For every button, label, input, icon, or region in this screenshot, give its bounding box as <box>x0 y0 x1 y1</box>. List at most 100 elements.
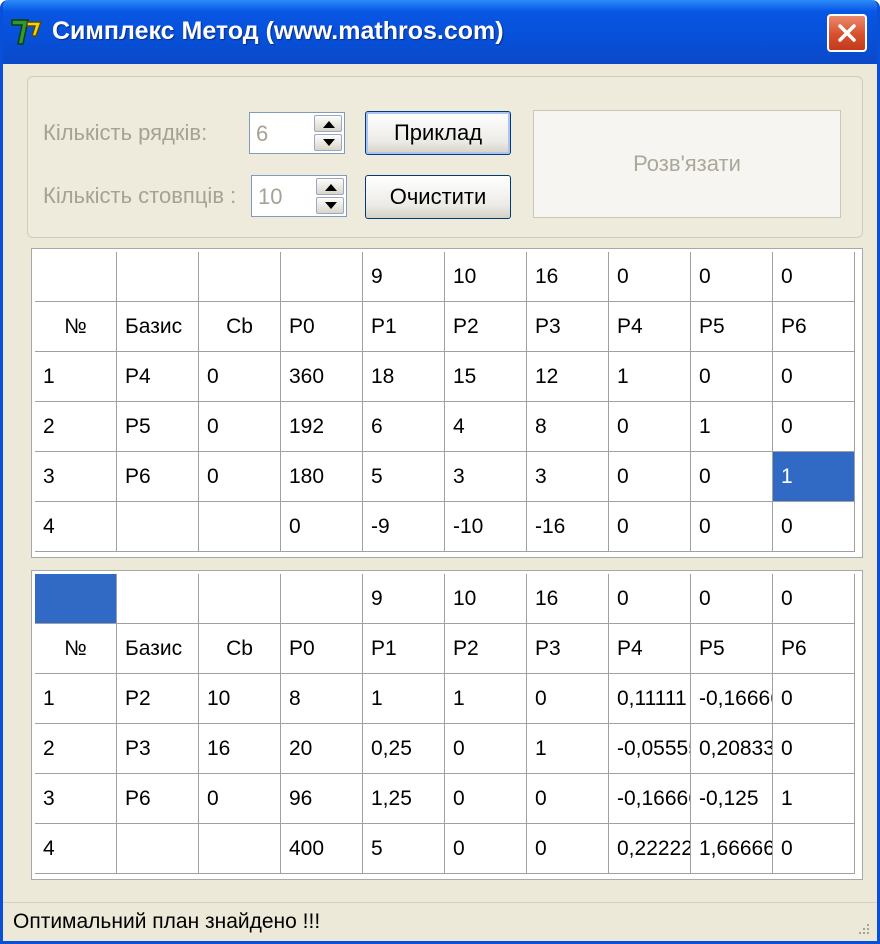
table-header-cell[interactable]: 0 <box>609 252 691 302</box>
table-header-cell[interactable]: P2 <box>445 302 527 352</box>
table-header-cell[interactable]: 16 <box>527 574 609 624</box>
table-cell[interactable]: P3 <box>117 724 199 774</box>
table-cell[interactable]: 20 <box>281 724 363 774</box>
table-cell[interactable]: 5 <box>363 452 445 502</box>
table-cell[interactable]: 1 <box>527 724 609 774</box>
rows-input[interactable] <box>250 113 318 155</box>
table-cell[interactable]: 1 <box>773 774 855 824</box>
table-cell[interactable]: 0 <box>773 402 855 452</box>
table-cell[interactable]: 0 <box>445 724 527 774</box>
table-header-cell[interactable] <box>117 574 199 624</box>
resize-grip-icon[interactable] <box>855 922 871 938</box>
table-cell[interactable]: 0 <box>609 502 691 552</box>
table-cell[interactable]: 3 <box>35 452 117 502</box>
table-cell[interactable] <box>117 502 199 552</box>
solve-button[interactable]: Розв'язати <box>533 110 841 218</box>
table-cell[interactable]: 1 <box>445 674 527 724</box>
table-cell[interactable]: 96 <box>281 774 363 824</box>
table-cell[interactable]: 0 <box>281 502 363 552</box>
table-header-cell[interactable]: Базис <box>117 624 199 674</box>
table-header-cell[interactable]: P4 <box>609 302 691 352</box>
table-header-cell[interactable]: 0 <box>691 252 773 302</box>
table-header-cell[interactable]: P5 <box>691 302 773 352</box>
table-cell[interactable]: 1 <box>363 674 445 724</box>
table-cell[interactable]: 192 <box>281 402 363 452</box>
table-cell[interactable]: 0 <box>773 724 855 774</box>
table-header-cell[interactable]: 9 <box>363 252 445 302</box>
table-cell[interactable]: -16 <box>527 502 609 552</box>
table-cell[interactable]: 1 <box>35 352 117 402</box>
rows-stepper[interactable] <box>249 112 345 155</box>
table-header-cell[interactable]: 10 <box>445 574 527 624</box>
table-cell[interactable]: P5 <box>117 402 199 452</box>
table-cell[interactable]: 4 <box>35 824 117 874</box>
table-cell[interactable]: 0 <box>773 674 855 724</box>
table-cell[interactable]: P6 <box>117 452 199 502</box>
table-cell[interactable]: 6 <box>363 402 445 452</box>
table-cell[interactable]: 4 <box>445 402 527 452</box>
table-header-cell[interactable]: 0 <box>773 574 855 624</box>
simplex-table-result[interactable]: 9 10 16 0 0 0 № Базис Cb P0 P1 P2 P3 P4 P5 P6 1 P2 10 8 1 1 0 0… <box>31 570 863 880</box>
table-header-cell[interactable]: Базис <box>117 302 199 352</box>
table-cell[interactable]: 0 <box>773 824 855 874</box>
table-header-cell[interactable]: P0 <box>281 624 363 674</box>
table-cell[interactable]: 4 <box>35 502 117 552</box>
table-cell[interactable]: 1,66666 <box>691 824 773 874</box>
table-cell[interactable]: 0,11111 <box>609 674 691 724</box>
table-cell[interactable]: 0,20833 <box>691 724 773 774</box>
table-cell[interactable]: 0 <box>527 774 609 824</box>
table-cell[interactable]: -9 <box>363 502 445 552</box>
table-cell[interactable]: 8 <box>281 674 363 724</box>
table-cell[interactable]: -0,125 <box>691 774 773 824</box>
table-cell[interactable]: 1 <box>35 674 117 724</box>
table-cell[interactable]: 0,25 <box>363 724 445 774</box>
table-header-cell[interactable]: P0 <box>281 302 363 352</box>
table-header-cell[interactable]: 16 <box>527 252 609 302</box>
table-header-cell[interactable]: Cb <box>199 624 281 674</box>
table-cell[interactable]: 400 <box>281 824 363 874</box>
table-header-cell[interactable] <box>199 252 281 302</box>
table-cell[interactable]: 8 <box>527 402 609 452</box>
table-header-cell[interactable] <box>281 252 363 302</box>
rows-spin[interactable] <box>314 115 342 151</box>
table-header-cell[interactable]: 0 <box>609 574 691 624</box>
table-header-cell[interactable]: P2 <box>445 624 527 674</box>
table-cell[interactable]: 0 <box>445 774 527 824</box>
table-header-cell[interactable]: P6 <box>773 624 855 674</box>
table-cell[interactable]: -10 <box>445 502 527 552</box>
table-cell[interactable]: P4 <box>117 352 199 402</box>
table-cell[interactable]: 3 <box>445 452 527 502</box>
table-cell[interactable]: 0 <box>691 452 773 502</box>
table-cell[interactable]: 10 <box>199 674 281 724</box>
table-header-cell[interactable]: P1 <box>363 302 445 352</box>
table-cell[interactable]: 360 <box>281 352 363 402</box>
table-header-cell[interactable]: Cb <box>199 302 281 352</box>
table-cell[interactable]: 3 <box>35 774 117 824</box>
table-cell[interactable]: 0 <box>199 352 281 402</box>
table-header-cell[interactable]: P5 <box>691 624 773 674</box>
table-header-cell[interactable]: 0 <box>773 252 855 302</box>
table-cell[interactable]: 180 <box>281 452 363 502</box>
table-cell[interactable]: 1 <box>773 452 855 502</box>
close-button[interactable] <box>827 14 867 52</box>
table-header-cell[interactable]: 0 <box>691 574 773 624</box>
example-button[interactable]: Приклад <box>365 111 511 155</box>
cols-stepper[interactable] <box>251 175 347 218</box>
table-cell[interactable]: 1 <box>691 402 773 452</box>
table-cell[interactable] <box>117 824 199 874</box>
table-cell[interactable]: P2 <box>117 674 199 724</box>
spin-up-button[interactable] <box>314 115 342 132</box>
table-cell[interactable]: 0 <box>691 502 773 552</box>
table-cell[interactable]: -0,05555 <box>609 724 691 774</box>
table-header-cell[interactable]: P3 <box>527 624 609 674</box>
table-header-cell[interactable]: № <box>35 302 117 352</box>
table-header-cell[interactable]: P1 <box>363 624 445 674</box>
table-cell[interactable]: 0 <box>691 352 773 402</box>
table-header-cell[interactable] <box>117 252 199 302</box>
title-bar[interactable]: Симплекс Метод (www.mathros.com) <box>3 0 877 64</box>
table-header-cell[interactable] <box>199 574 281 624</box>
table-header-cell[interactable] <box>281 574 363 624</box>
table-cell[interactable]: 0 <box>199 402 281 452</box>
table-cell[interactable]: -0,16666 <box>609 774 691 824</box>
table-cell[interactable]: 12 <box>527 352 609 402</box>
